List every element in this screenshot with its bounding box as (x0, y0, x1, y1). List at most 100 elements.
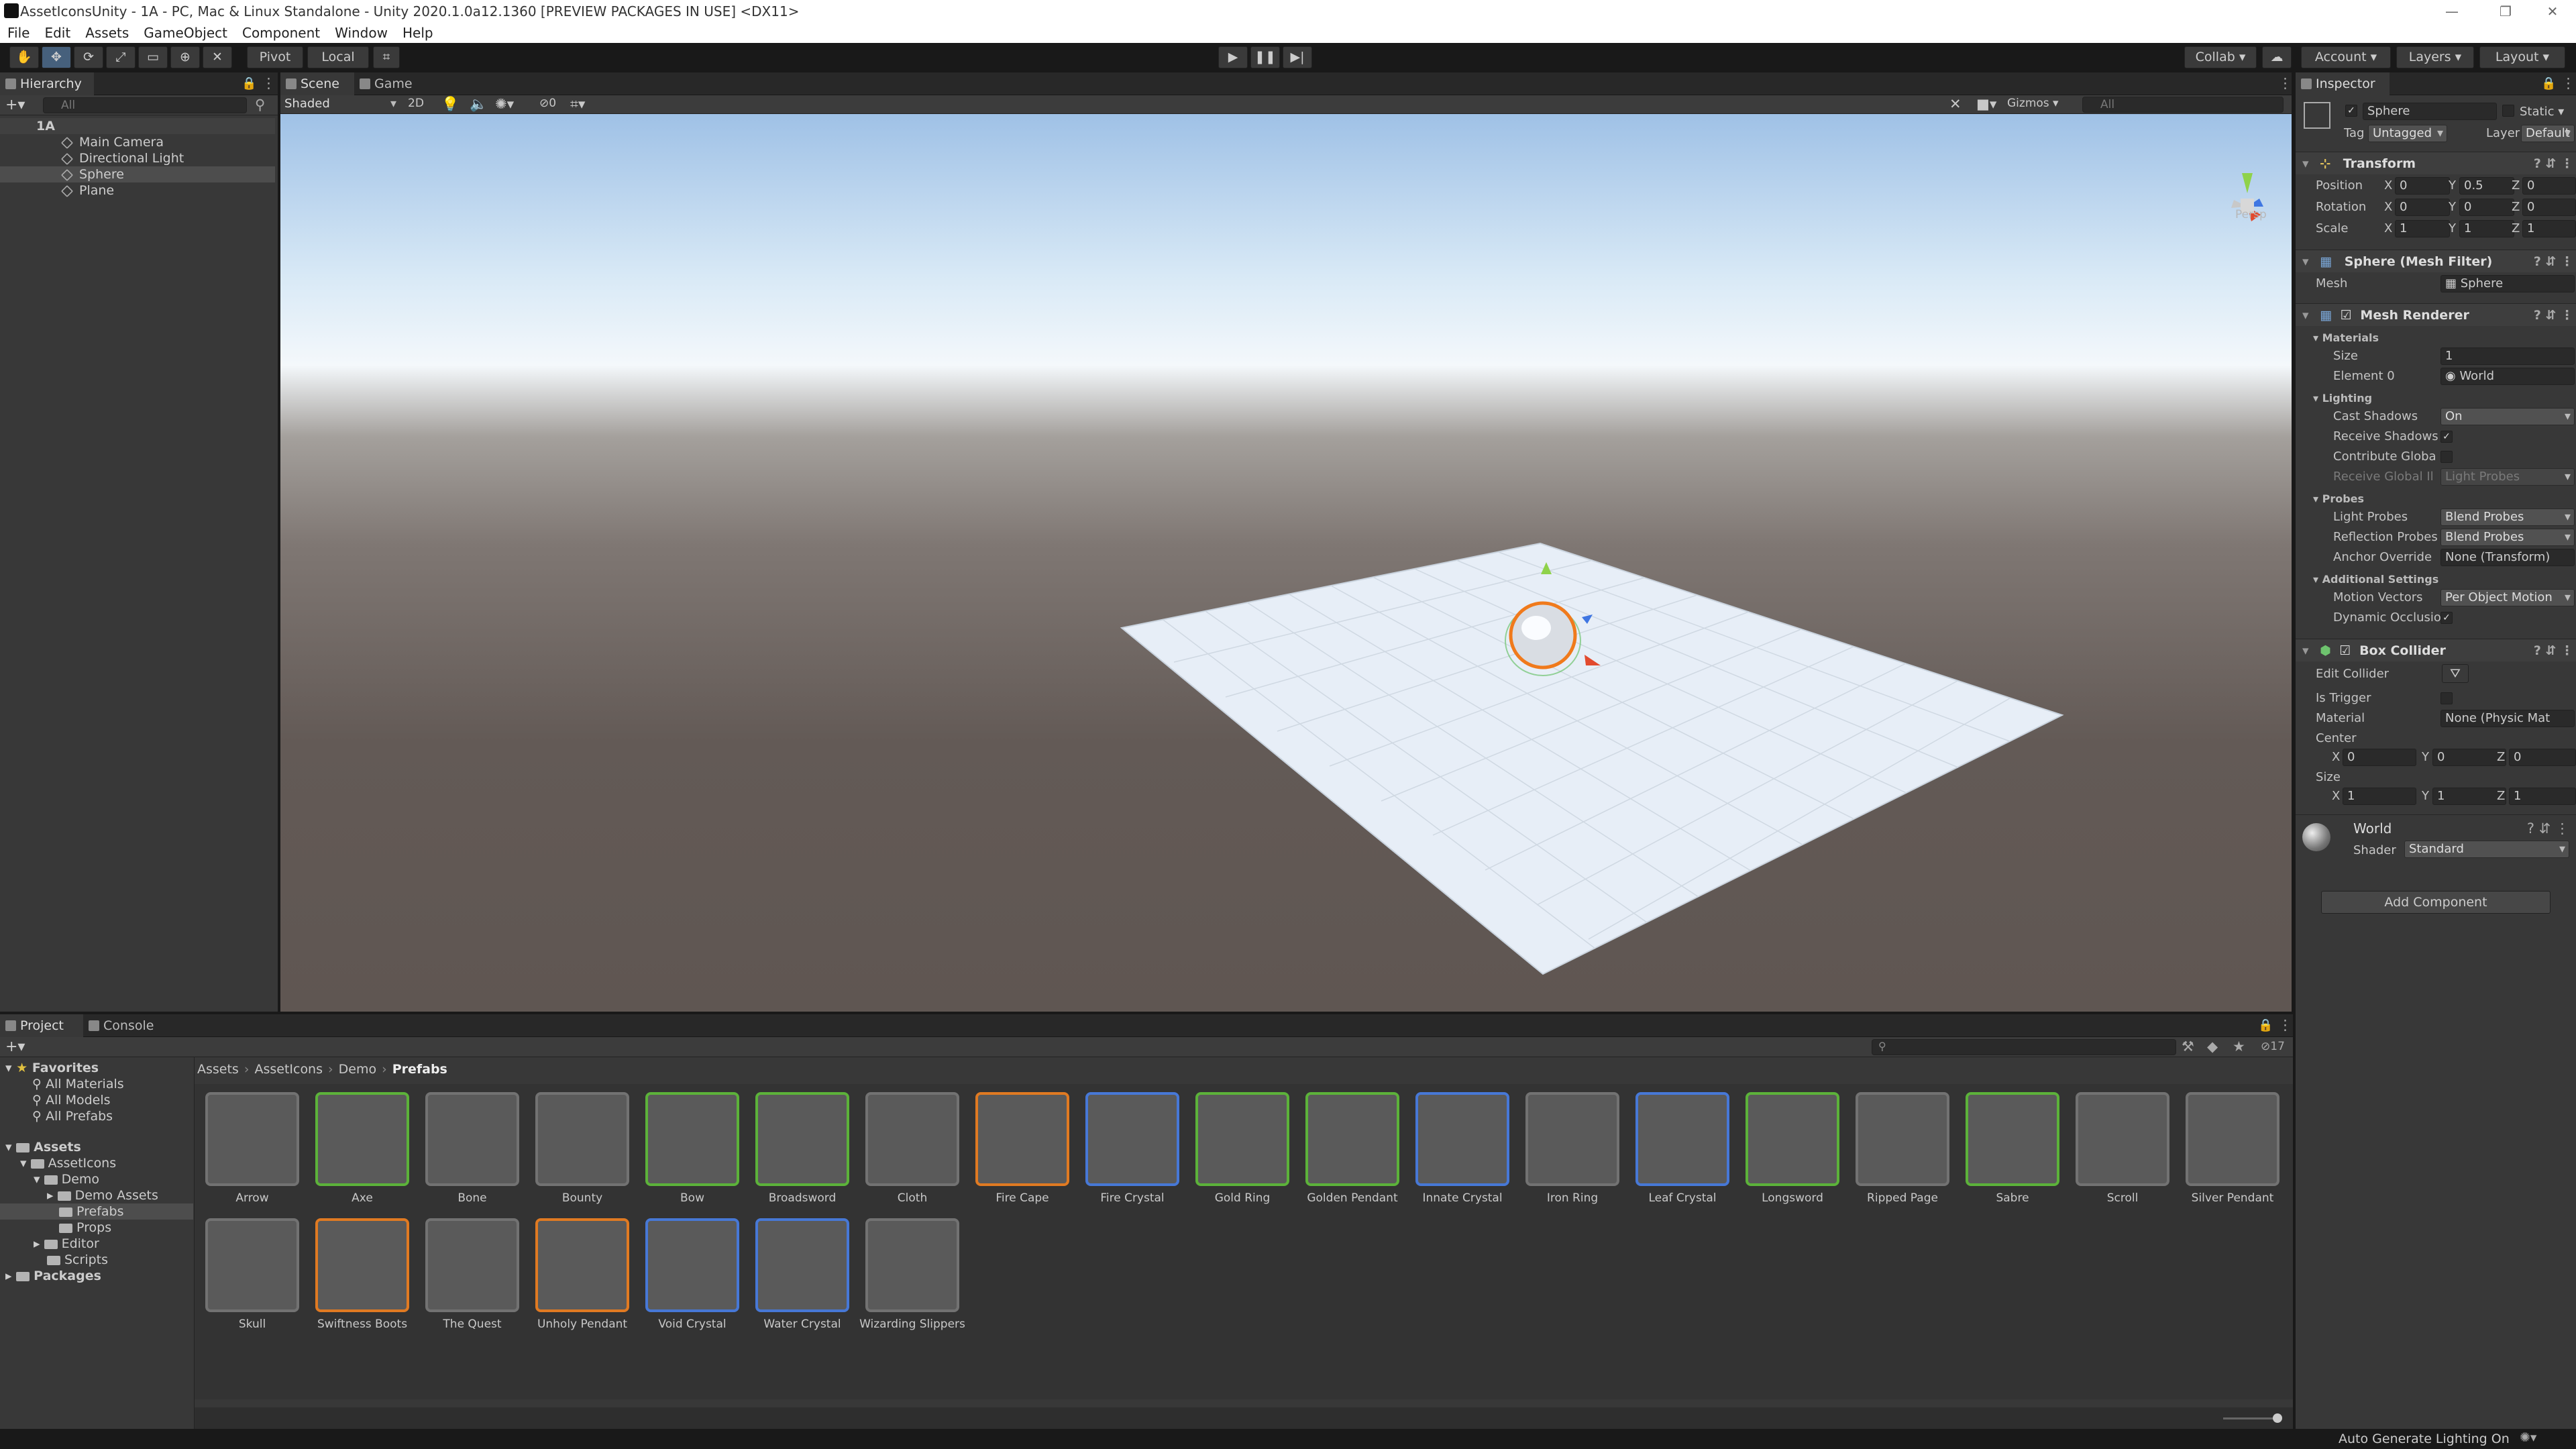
scale-y-field[interactable]: 1 (2459, 220, 2514, 237)
folder-props[interactable]: Props (59, 1220, 111, 1236)
materials-section[interactable]: ▾ Materials (2313, 331, 2379, 344)
hierarchy-search-input[interactable]: All (43, 97, 247, 113)
component-menu-icon[interactable]: ? ⇵ ⋮ (2534, 304, 2573, 327)
center-x-field[interactable]: 0 (2343, 749, 2416, 766)
step-button[interactable]: ▶| (1283, 46, 1312, 68)
maximize-icon[interactable]: ❐ (2482, 0, 2529, 23)
hand-tool-icon[interactable]: ✋ (9, 46, 39, 68)
transform-header[interactable]: ▾ ⊹ Transform ? ⇵ ⋮ (2296, 152, 2576, 174)
mesh-field[interactable]: ▦ Sphere (2440, 275, 2575, 292)
cast-shadows-dropdown[interactable]: On (2440, 408, 2575, 425)
menu-help[interactable]: Help (395, 23, 441, 43)
tab-hierarchy[interactable]: Hierarchy (0, 72, 94, 95)
breadcrumb-item[interactable]: Demo (339, 1062, 376, 1077)
transform-tool-icon[interactable]: ⊕ (170, 46, 200, 68)
collab-dropdown[interactable]: Collab ▾ (2184, 46, 2257, 68)
materials-size-field[interactable]: 1 (2440, 347, 2575, 365)
asset-item[interactable]: Longsword (1737, 1092, 1847, 1217)
search-filter-icon[interactable]: ⚲ (255, 97, 265, 113)
hierarchy-item-sphere[interactable]: Sphere (0, 166, 275, 182)
asset-item[interactable]: Swiftness Boots (307, 1218, 417, 1343)
cloud-icon[interactable]: ☁ (2262, 46, 2292, 68)
favorite-all-materials[interactable]: ⚲ All Materials (32, 1076, 124, 1092)
asset-item[interactable]: Fire Cape (967, 1092, 1077, 1217)
tag-dropdown[interactable]: Untagged (2368, 125, 2447, 142)
light-probes-dropdown[interactable]: Blend Probes (2440, 508, 2575, 526)
enabled-checkbox[interactable]: ☑ (2339, 643, 2351, 658)
enabled-checkbox[interactable]: ☑ (2341, 308, 2352, 323)
asset-item[interactable]: Innate Crystal (1407, 1092, 1517, 1217)
collider-material-field[interactable]: None (Physic Mat (2440, 710, 2575, 727)
asset-item[interactable]: Sabre (1957, 1092, 2068, 1217)
pause-button[interactable]: ❚❚ (1250, 46, 1280, 68)
asset-item[interactable]: Leaf Crystal (1627, 1092, 1737, 1217)
position-y-field[interactable]: 0.5 (2459, 177, 2514, 195)
custom-tool-icon[interactable]: ✕ (203, 46, 232, 68)
grid-dropdown-icon[interactable]: ⌗▾ (570, 96, 585, 113)
close-icon[interactable]: ✕ (2529, 0, 2576, 23)
object-name-field[interactable]: Sphere (2363, 103, 2497, 120)
tools-icon[interactable]: ✕ (1949, 96, 1962, 112)
layout-dropdown[interactable]: Layout ▾ (2479, 46, 2565, 68)
shader-dropdown[interactable]: Standard (2404, 841, 2569, 858)
panel-menu-icon[interactable]: ⋮ (262, 75, 276, 91)
gizmos-dropdown[interactable]: Gizmos ▾ (2007, 97, 2059, 110)
project-create-button[interactable]: +▾ (5, 1038, 25, 1055)
tab-scene[interactable]: Scene (280, 72, 354, 95)
asset-item[interactable]: Arrow (197, 1092, 307, 1217)
favorite-all-prefabs[interactable]: ⚲ All Prefabs (32, 1108, 113, 1124)
pivot-toggle[interactable]: Pivot (247, 46, 303, 68)
move-tool-icon[interactable]: ✥ (42, 46, 71, 68)
asset-item[interactable]: Skull (197, 1218, 307, 1343)
asset-item[interactable]: Water Crystal (747, 1218, 857, 1343)
add-component-button[interactable]: Add Component (2321, 891, 2551, 914)
audio-toggle-icon[interactable]: 🔈 (470, 96, 487, 113)
size-y-field[interactable]: 1 (2432, 788, 2506, 805)
tab-game[interactable]: Game (354, 72, 428, 95)
lighting-toggle-icon[interactable]: 💡 (441, 96, 459, 113)
center-y-field[interactable]: 0 (2432, 749, 2506, 766)
motion-vectors-dropdown[interactable]: Per Object Motion (2440, 589, 2575, 606)
packages-root[interactable]: ▸ Packages (5, 1268, 101, 1284)
projection-label[interactable]: Persp (2235, 208, 2267, 221)
asset-item[interactable]: Gold Ring (1187, 1092, 1297, 1217)
effects-dropdown-icon[interactable]: ✺▾ (495, 96, 514, 112)
size-x-field[interactable]: 1 (2343, 788, 2416, 805)
component-menu-icon[interactable]: ? ⇵ ⋮ (2534, 152, 2573, 175)
play-button[interactable]: ▶ (1218, 46, 1248, 68)
anchor-override-field[interactable]: None (Transform) (2440, 549, 2575, 566)
scene-root-item[interactable]: 1A (0, 118, 275, 134)
filter-label-icon[interactable]: ◆ (2207, 1038, 2218, 1055)
static-dropdown[interactable]: Static ▾ (2520, 105, 2564, 119)
active-checkbox[interactable]: ✓ (2345, 105, 2357, 117)
rotation-z-field[interactable]: 0 (2522, 199, 2576, 216)
project-lock-icon[interactable]: 🔒 (2258, 1018, 2273, 1032)
folder-asseticons[interactable]: ▾ AssetIcons (20, 1155, 116, 1171)
menu-file[interactable]: File (0, 23, 37, 43)
position-z-field[interactable]: 0 (2522, 177, 2576, 195)
box-collider-header[interactable]: ▾ ⬢ ☑ Box Collider ? ⇵ ⋮ (2296, 639, 2576, 661)
camera-dropdown-icon[interactable]: ■▾ (1976, 96, 1996, 112)
hierarchy-item-plane[interactable]: Plane (0, 182, 275, 199)
asset-item[interactable]: Unholy Pendant (527, 1218, 637, 1343)
project-search-input[interactable] (1872, 1039, 2176, 1055)
lighting-settings-icon[interactable]: ✺▾ (2520, 1430, 2536, 1445)
menu-assets[interactable]: Assets (78, 23, 136, 43)
hierarchy-item-main-camera[interactable]: Main Camera (0, 134, 275, 150)
mesh-renderer-header[interactable]: ▾ ▦ ☑ Mesh Renderer ? ⇵ ⋮ (2296, 303, 2576, 326)
inspector-lock-icon[interactable]: 🔒 (2541, 76, 2556, 91)
2d-toggle[interactable]: 2D (408, 97, 424, 110)
asset-item[interactable]: Bounty (527, 1092, 637, 1217)
asset-item[interactable]: Wizarding Slippers (857, 1218, 967, 1343)
rotation-y-field[interactable]: 0 (2459, 199, 2514, 216)
asset-item[interactable]: Axe (307, 1092, 417, 1217)
favorite-star-icon[interactable]: ★ (2233, 1038, 2245, 1055)
lighting-section[interactable]: ▾ Lighting (2313, 392, 2372, 405)
assets-root[interactable]: ▾ Assets (5, 1139, 81, 1155)
hidden-objects-counter[interactable]: ⊘0 (539, 97, 556, 110)
layer-dropdown[interactable]: Default (2521, 125, 2575, 142)
element0-field[interactable]: ◉ World (2440, 368, 2575, 385)
breadcrumb-item[interactable]: Assets (197, 1062, 239, 1077)
receive-shadows-checkbox[interactable]: ✓ (2440, 431, 2453, 443)
rect-tool-icon[interactable]: ▭ (138, 46, 168, 68)
